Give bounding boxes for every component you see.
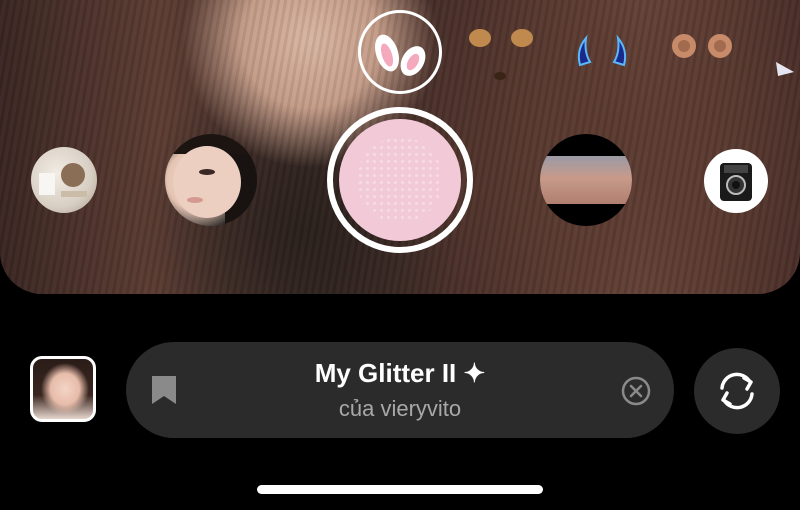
portrait-effect[interactable] [540, 134, 632, 226]
partial-effect[interactable] [770, 52, 800, 82]
bear-ears-icon [672, 34, 732, 58]
bunny-ears-effect[interactable] [358, 10, 442, 94]
devil-horns-effect[interactable] [568, 30, 638, 100]
face-thumbnail-icon [165, 134, 257, 226]
home-indicator[interactable] [257, 485, 543, 494]
portrait-thumbnail [540, 156, 632, 204]
vintage-camera-icon [720, 163, 752, 201]
bunny-ears-icon [375, 34, 426, 76]
puppy-ears-icon [469, 29, 533, 80]
gallery-thumbnail-button[interactable] [30, 356, 96, 422]
flip-camera-button[interactable] [694, 348, 780, 434]
effect-title: My Glitter II ✦ [314, 358, 486, 388]
clear-icon[interactable] [620, 375, 652, 407]
camera-viewfinder [0, 0, 800, 294]
bookmark-icon[interactable] [152, 376, 176, 404]
face-effect[interactable] [165, 134, 257, 226]
room-effect[interactable] [31, 147, 97, 213]
effect-author: của vieryvito [338, 396, 462, 421]
room-thumbnail-icon [39, 163, 87, 197]
puppy-ears-effect[interactable] [466, 18, 536, 88]
effect-info-pill[interactable]: My Glitter II ✦ của vieryvito [126, 342, 674, 438]
vintage-camera-effect[interactable] [704, 149, 768, 213]
flip-camera-icon [720, 372, 754, 410]
bear-ears-effect[interactable] [668, 30, 738, 100]
devil-horns-icon [577, 34, 627, 67]
capture-button[interactable] [327, 107, 473, 253]
sparkle-icon [776, 62, 794, 76]
